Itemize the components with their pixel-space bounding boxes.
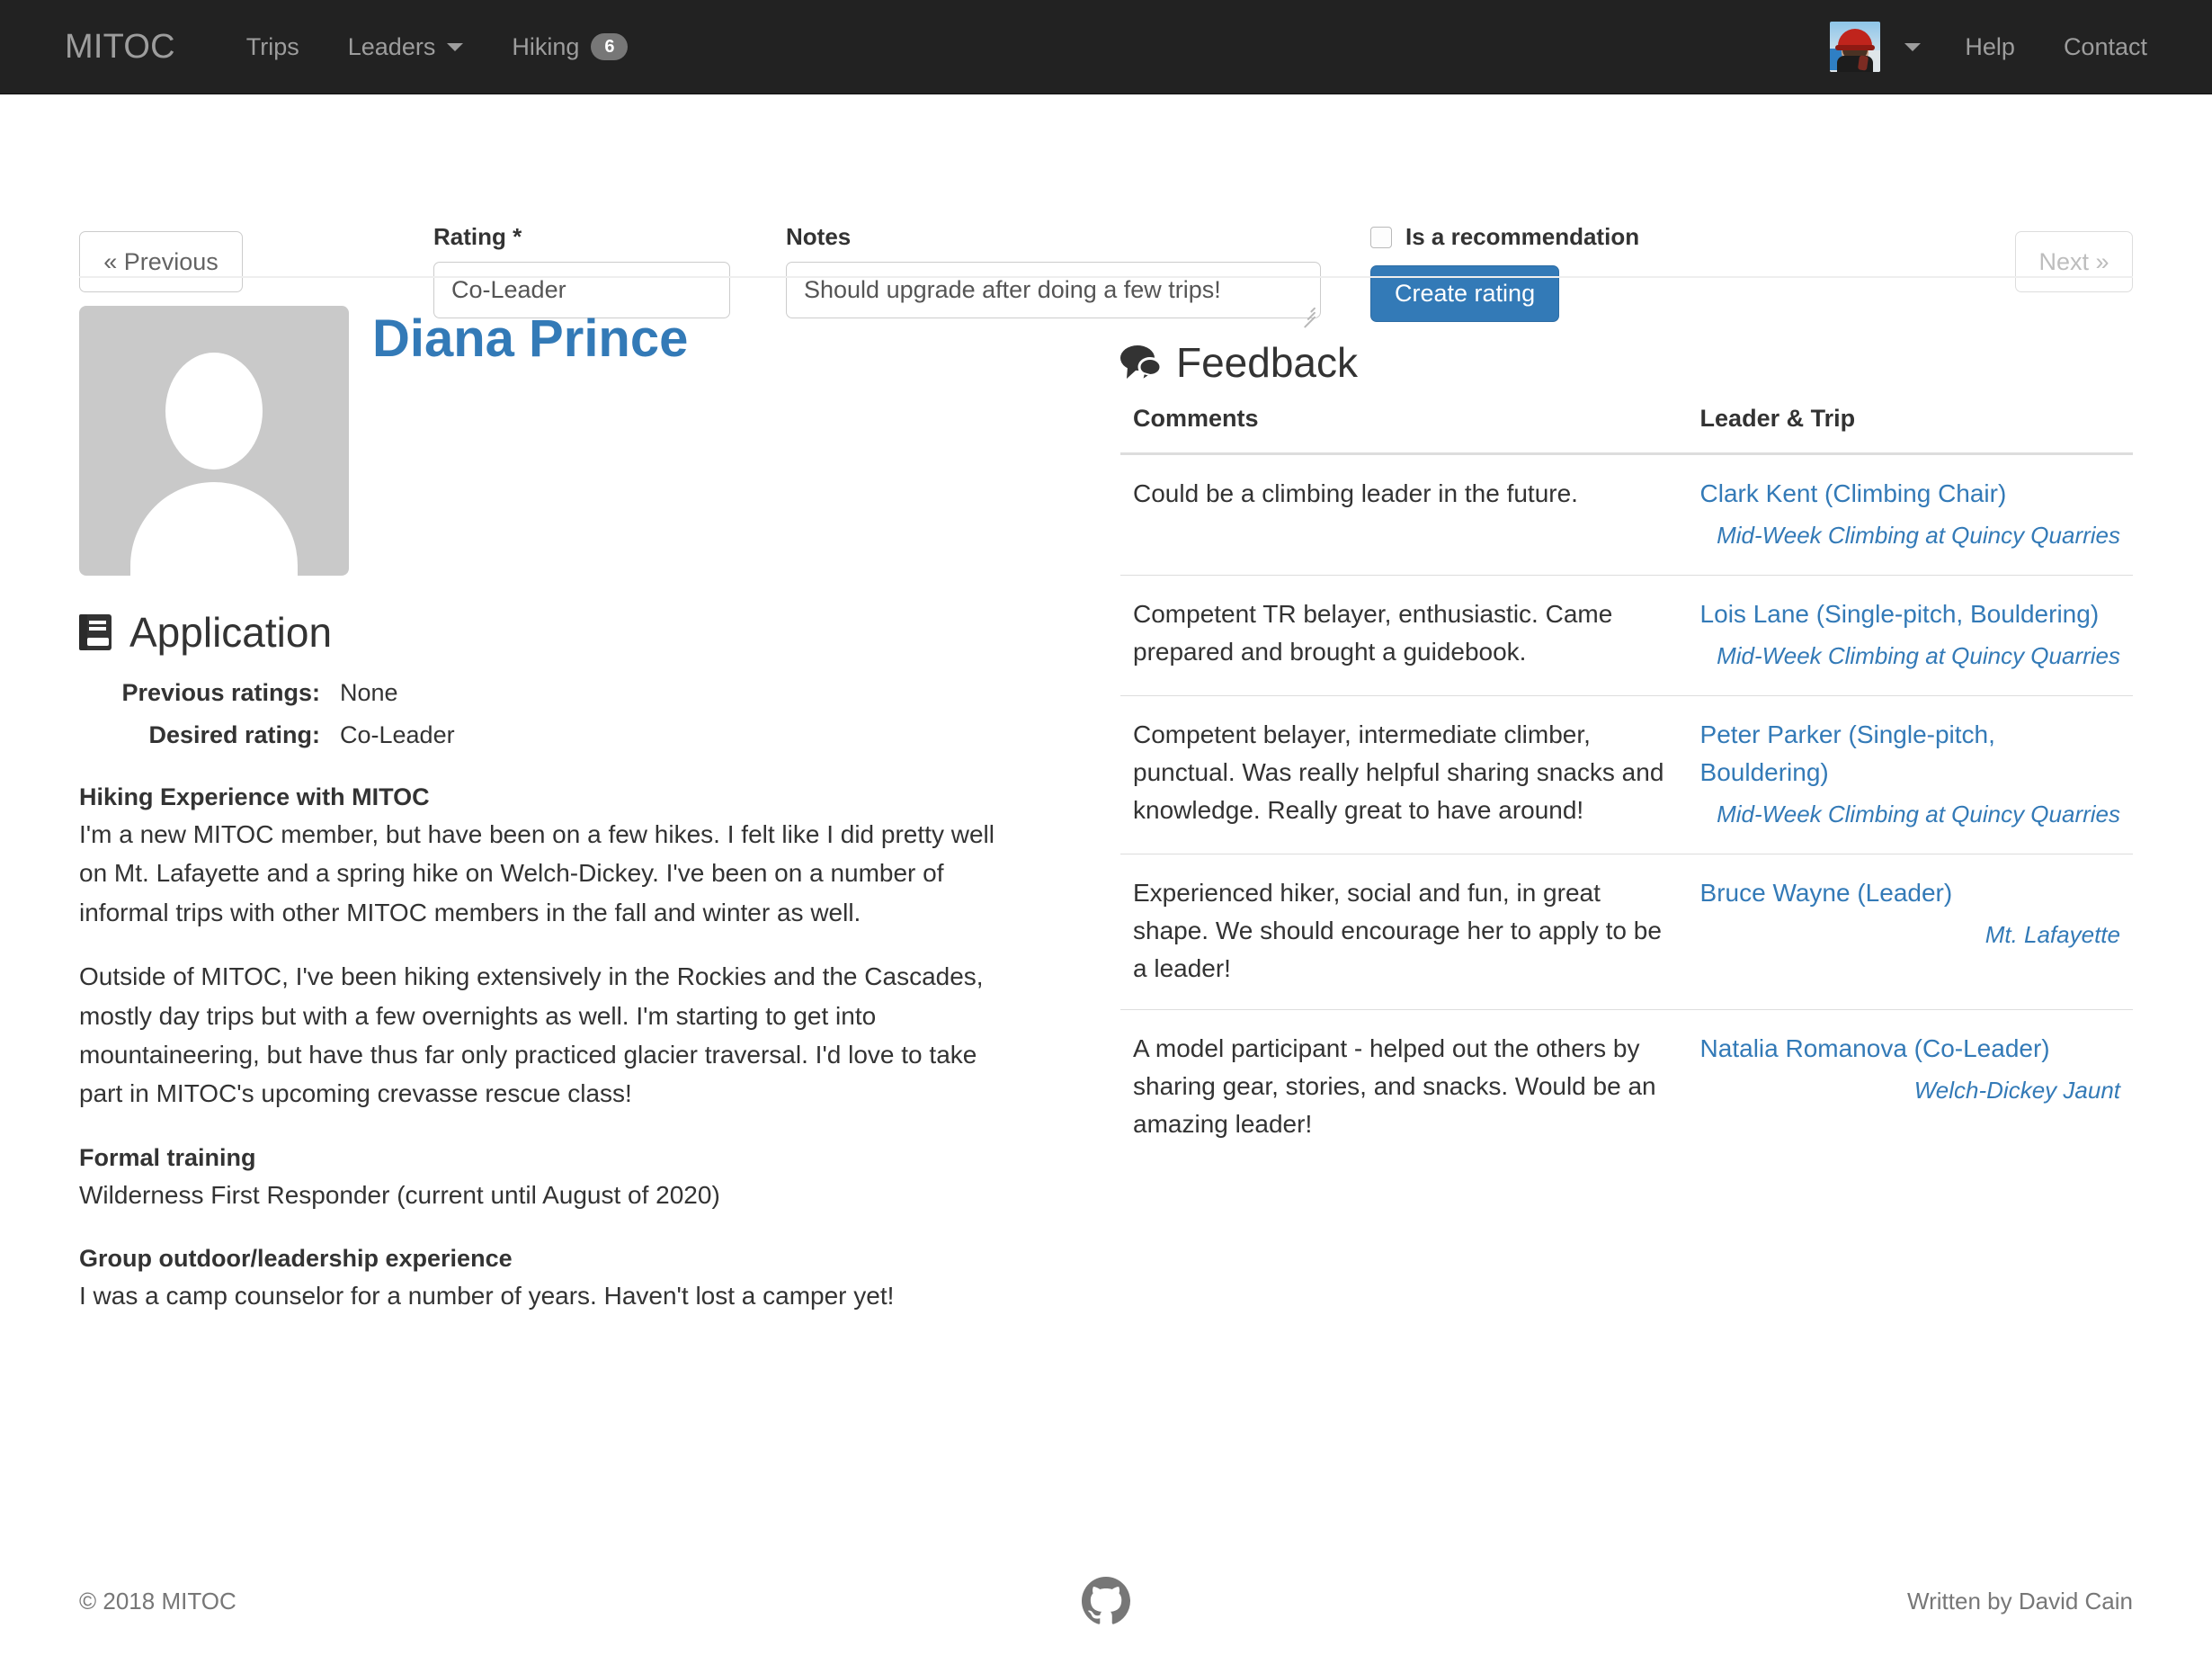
feedback-leader-link[interactable]: Bruce Wayne (Leader) xyxy=(1700,874,2120,912)
feedback-leader-link[interactable]: Natalia Romanova (Co-Leader) xyxy=(1700,1030,2120,1068)
footer-github xyxy=(1082,1577,1130,1625)
avatar xyxy=(1830,22,1881,72)
nav-item-label: Trips xyxy=(245,32,299,60)
secondary-nav: Help Contact xyxy=(1806,22,2147,72)
feedback-comment-cell: Competent TR belayer, enthusiastic. Came… xyxy=(1120,575,1688,696)
application-section-paragraph: Outside of MITOC, I've been hiking exten… xyxy=(79,962,984,1108)
feedback-trip-link[interactable]: Mt. Lafayette xyxy=(1700,917,2120,953)
feedback-table-body: Could be a climbing leader in the future… xyxy=(1120,454,2133,1165)
next-button[interactable]: Next » xyxy=(2015,231,2133,292)
footer-author: Written by David Cain xyxy=(1907,1587,2133,1615)
feedback-comment-cell: Could be a climbing leader in the future… xyxy=(1133,479,1578,507)
footer-copyright: © 2018 MITOC xyxy=(79,1587,236,1615)
recommendation-checkbox-row[interactable]: Is a recommendation xyxy=(1370,223,1639,251)
github-icon xyxy=(1082,1577,1130,1624)
notes-label: Notes xyxy=(786,223,852,250)
desired-rating-row: Desired rating: Co-Leader xyxy=(79,717,1092,754)
feedback-trip-link[interactable]: Welch-Dickey Jaunt xyxy=(1700,1073,2120,1108)
nav-item-help[interactable]: Help xyxy=(1940,33,2039,61)
comments-icon xyxy=(1120,345,1162,380)
nav-item-label: Leaders xyxy=(347,32,436,60)
table-row: A model participant - helped out the oth… xyxy=(1120,1009,2133,1165)
book-icon xyxy=(79,614,111,650)
feedback-leader-trip-cell: Bruce Wayne (Leader) Mt. Lafayette xyxy=(1687,854,2133,1010)
feedback-leader-link[interactable]: Lois Lane (Single-pitch, Bouldering) xyxy=(1700,595,2120,633)
feedback-comment-cell: Competent belayer, intermediate climber,… xyxy=(1120,695,1688,854)
nav-item-leaders[interactable]: Leaders xyxy=(324,33,488,61)
nav-item-hiking[interactable]: Hiking 6 xyxy=(487,33,652,61)
user-menu-toggle[interactable] xyxy=(1806,22,1940,72)
user-menu-caret xyxy=(1892,42,1940,51)
feedback-table: Comments Leader & Trip Could be a climbi… xyxy=(1120,405,2133,1165)
primary-nav: Trips Leaders Hiking 6 xyxy=(222,33,653,61)
feedback-leader-trip-cell: Lois Lane (Single-pitch, Bouldering) Mid-… xyxy=(1687,575,2133,696)
table-row: Experienced hiker, social and fun, in gr… xyxy=(1120,854,2133,1010)
application-section-heading: Formal training xyxy=(79,1143,256,1171)
is-recommendation-label: Is a recommendation xyxy=(1405,223,1640,250)
desired-rating-value: Co-Leader xyxy=(340,720,455,748)
feedback-heading: Feedback xyxy=(1120,338,2133,387)
chevron-down-icon xyxy=(447,42,464,51)
nav-item-contact[interactable]: Contact xyxy=(2039,33,2147,61)
nav-item-label: Hiking xyxy=(512,32,580,60)
application-heading: Application xyxy=(79,608,1092,657)
rating-field-group: Rating * xyxy=(433,223,730,318)
application-heading-text: Application xyxy=(129,609,333,656)
table-row: Competent belayer, intermediate climber,… xyxy=(1120,695,2133,854)
hiking-count-badge: 6 xyxy=(591,33,629,60)
profile-avatar-placeholder xyxy=(79,306,349,576)
feedback-trip-link[interactable]: Mid-Week Climbing at Quincy Quarries xyxy=(1700,797,2120,832)
brand-logo[interactable]: MITOC xyxy=(65,28,175,67)
application-section-paragraph: Wilderness First Responder (current unti… xyxy=(79,1180,720,1209)
is-recommendation-checkbox[interactable] xyxy=(1370,226,1392,248)
page-footer: © 2018 MITOC Written by David Cain xyxy=(0,1547,2212,1655)
previous-ratings-label: Previous ratings: xyxy=(121,679,320,706)
table-header-row: Comments Leader & Trip xyxy=(1120,405,2133,455)
previous-button[interactable]: « Previous xyxy=(79,231,243,292)
table-row: Could be a climbing leader in the future… xyxy=(1120,454,2133,576)
application-section-heading: Group outdoor/leadership experience xyxy=(79,1245,513,1273)
rating-form-bar: « Previous Rating * Notes Is a recommend… xyxy=(0,94,2212,328)
profile-name-link[interactable]: Diana Prince xyxy=(372,313,688,365)
feedback-leader-trip-cell: Clark Kent (Climbing Chair) Mid-Week Clim… xyxy=(1688,454,2133,576)
rating-label: Rating * xyxy=(433,223,522,250)
application-section-paragraph: I'm a new MITOC member, but have been on… xyxy=(79,820,995,926)
feedback-leader-trip-cell: Peter Parker (Single-pitch, Bouldering) M… xyxy=(1687,695,2133,854)
feedback-leader-link[interactable]: Clark Kent (Climbing Chair) xyxy=(1700,475,2120,513)
nav-item-label: Contact xyxy=(2063,32,2147,60)
column-header-comments: Comments xyxy=(1120,405,1688,455)
feedback-column: Feedback Comments Leader & Trip Could be… xyxy=(1106,306,2147,1316)
application-sections: Hiking Experience with MITOC I'm a new MI… xyxy=(79,783,1092,1316)
feedback-leader-link[interactable]: Peter Parker (Single-pitch, Bouldering) xyxy=(1700,716,2120,792)
application-section-paragraph: I was a camp counselor for a number of y… xyxy=(79,1282,895,1311)
section-divider xyxy=(79,276,2133,278)
applicant-column: Diana Prince Application Previous rating… xyxy=(65,306,1106,1316)
main-content: Diana Prince Application Previous rating… xyxy=(0,306,2212,1316)
feedback-leader-trip-cell: Natalia Romanova (Co-Leader) Welch-Dickey… xyxy=(1687,1009,2133,1165)
feedback-heading-text: Feedback xyxy=(1176,339,1359,386)
desired-rating-label: Desired rating: xyxy=(148,720,320,748)
feedback-comment-cell: A model participant - helped out the oth… xyxy=(1120,1009,1688,1165)
feedback-trip-link[interactable]: Mid-Week Climbing at Quincy Quarries xyxy=(1700,518,2120,553)
profile-header: Diana Prince xyxy=(79,306,1092,576)
feedback-comment-cell: Experienced hiker, social and fun, in gr… xyxy=(1120,854,1688,1010)
chevron-down-icon xyxy=(1904,42,1922,51)
top-navbar: MITOC Trips Leaders Hiking 6 Help Contac… xyxy=(0,0,2212,94)
nav-item-trips[interactable]: Trips xyxy=(222,33,324,61)
previous-ratings-row: Previous ratings: None xyxy=(79,675,1092,711)
nav-item-label: Help xyxy=(1965,32,2015,60)
application-section-heading: Hiking Experience with MITOC xyxy=(79,783,430,810)
feedback-trip-link[interactable]: Mid-Week Climbing at Quincy Quarries xyxy=(1700,639,2120,674)
github-link[interactable] xyxy=(1082,1577,1130,1625)
previous-ratings-value: None xyxy=(340,679,398,706)
table-row: Competent TR belayer, enthusiastic. Came… xyxy=(1120,575,2133,696)
column-header-leader-trip: Leader & Trip xyxy=(1687,405,2133,455)
